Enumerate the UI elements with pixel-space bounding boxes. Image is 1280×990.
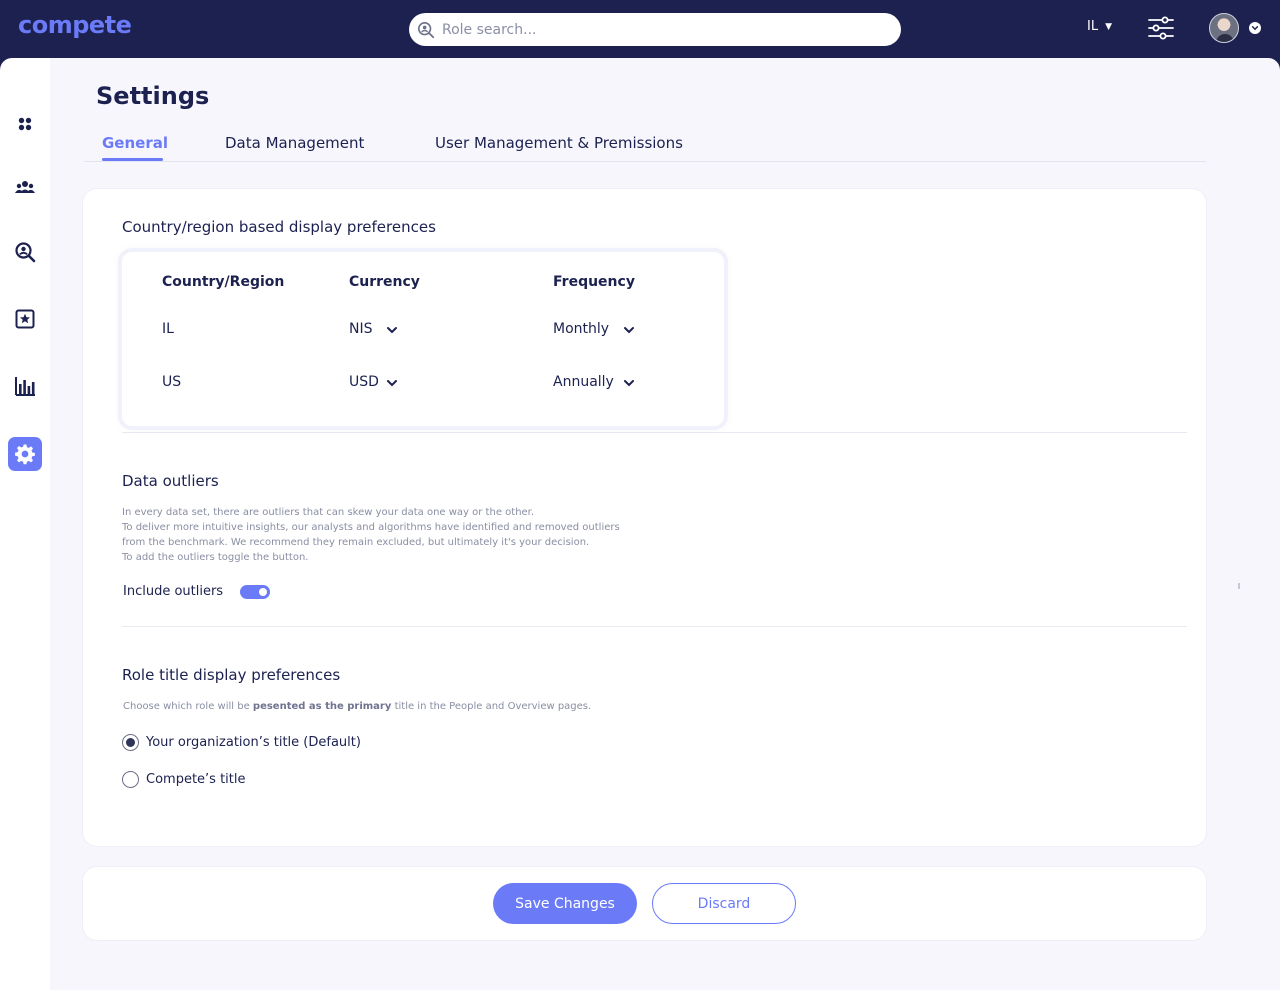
country-cell-us: US: [162, 374, 182, 390]
radio-option-compete-title[interactable]: Compete’s title: [122, 771, 246, 788]
sidebar-item-dashboard[interactable]: [8, 107, 42, 141]
team-icon: [15, 181, 35, 193]
description-line: In every data set, there are outliers th…: [122, 507, 535, 518]
frequency-value: Annually: [553, 374, 614, 390]
save-changes-button[interactable]: Save Changes: [493, 883, 637, 924]
role-title-description: Choose which role will be pesented as th…: [123, 699, 591, 714]
search-icon: [417, 21, 435, 38]
avatar[interactable]: [1209, 13, 1239, 43]
discard-button[interactable]: Discard: [652, 883, 796, 924]
section-divider: [122, 626, 1187, 627]
app-logo[interactable]: compete: [18, 11, 132, 39]
star-box-icon: [15, 309, 35, 329]
chevron-down-icon[interactable]: [1249, 22, 1261, 34]
frequency-select-us[interactable]: Annually: [553, 374, 643, 390]
radio-button[interactable]: [122, 734, 139, 751]
search-input[interactable]: [442, 21, 882, 38]
region-prefs-title: Country/region based display preferences: [122, 218, 436, 236]
dots-grid-icon: [18, 117, 32, 131]
sidebar-item-favorites[interactable]: [8, 302, 42, 336]
role-title-prefs-title: Role title display preferences: [122, 666, 341, 684]
bar-chart-icon: [15, 377, 35, 396]
tab-general[interactable]: General: [102, 134, 168, 152]
frequency-select-il[interactable]: Monthly: [553, 321, 643, 337]
person-search-icon: [15, 242, 36, 263]
tab-user-management[interactable]: User Management & Premissions: [435, 134, 683, 152]
locale-selector[interactable]: IL ▼: [1087, 19, 1112, 34]
radio-button[interactable]: [122, 771, 139, 788]
outliers-title: Data outliers: [122, 472, 219, 490]
currency-select-il[interactable]: NIS: [349, 321, 409, 337]
column-header-currency: Currency: [349, 274, 420, 290]
currency-value: USD: [349, 374, 379, 390]
locale-label: IL: [1087, 19, 1099, 34]
caret-down-icon: ▼: [1105, 21, 1112, 32]
chevron-down-icon: [387, 327, 397, 334]
sidebar-item-analytics[interactable]: [8, 369, 42, 403]
radio-option-org-title[interactable]: Your organization’s title (Default): [122, 734, 361, 751]
currency-select-us[interactable]: USD: [349, 374, 409, 390]
tab-data-management[interactable]: Data Management: [225, 134, 364, 152]
main-content: Settings General Data Management User Ma…: [50, 58, 1280, 990]
gear-icon: [15, 444, 35, 465]
include-outliers-label: Include outliers: [123, 584, 224, 599]
description-line: To deliver more intuitive insights, our …: [122, 522, 620, 533]
sidebar-item-people[interactable]: [8, 170, 42, 204]
radio-label: Your organization’s title (Default): [146, 735, 361, 750]
region-prefs-table: Country/Region Currency Frequency IL NIS…: [122, 252, 724, 426]
description-text: title in the People and Overview pages.: [391, 701, 592, 712]
top-bar: compete IL ▼: [0, 0, 1280, 58]
include-outliers-toggle[interactable]: [240, 585, 270, 599]
column-header-frequency: Frequency: [553, 274, 635, 290]
scroll-indicator: [1238, 583, 1240, 589]
column-header-country: Country/Region: [162, 274, 285, 290]
role-search-box[interactable]: [409, 13, 901, 46]
actions-bar: Save Changes Discard: [83, 867, 1206, 940]
active-tab-indicator: [102, 158, 163, 161]
description-line: To add the outliers toggle the button.: [122, 552, 309, 563]
currency-value: NIS: [349, 321, 373, 337]
chevron-down-icon: [387, 380, 397, 387]
side-nav: [0, 58, 50, 990]
chevron-down-icon: [624, 327, 634, 334]
section-divider: [122, 432, 1187, 433]
chevron-down-icon: [624, 380, 634, 387]
description-text: Choose which role will be: [123, 701, 253, 712]
settings-tabs: General Data Management User Management …: [84, 132, 1206, 162]
general-settings-card: Country/region based display preferences…: [83, 189, 1240, 846]
description-emphasis: pesented as the primary: [252, 701, 392, 712]
sidebar-item-settings[interactable]: [8, 437, 42, 471]
radio-label: Compete’s title: [146, 772, 246, 787]
outliers-description: In every data set, there are outliers th…: [122, 505, 620, 565]
filters-sliders-icon[interactable]: [1147, 14, 1175, 42]
country-cell-il: IL: [162, 321, 174, 337]
page-title: Settings: [96, 82, 210, 110]
description-line: from the benchmark. We recommend they re…: [122, 537, 590, 548]
frequency-value: Monthly: [553, 321, 610, 337]
sidebar-item-search[interactable]: [8, 235, 42, 269]
